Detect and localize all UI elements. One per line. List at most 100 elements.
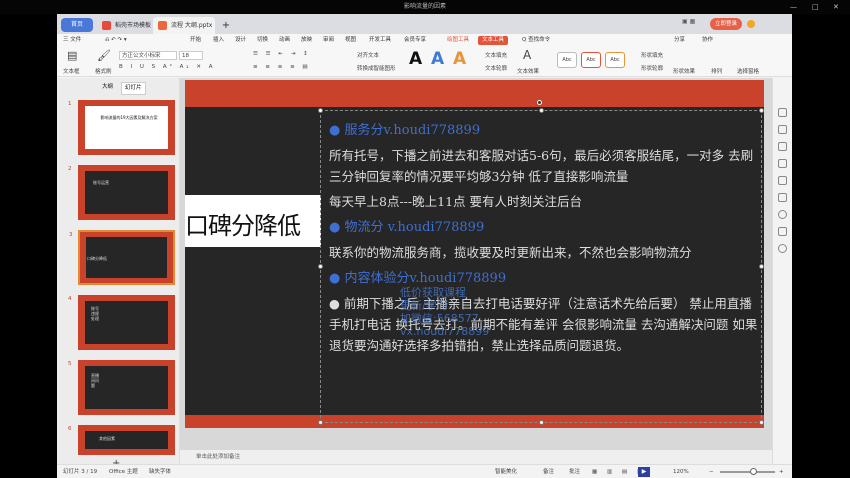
avatar[interactable] (747, 20, 755, 28)
para-service: 所有托号，下播之前进去和客服对话5-6句，最后必须客服结尾，一对多 去刷三分钟回… (329, 148, 754, 184)
slide-thumb-4[interactable]: 4 账号违规处理 (68, 295, 175, 350)
notes-area[interactable]: 单击此处添加备注 (180, 450, 772, 464)
menu-insert[interactable]: 插入 (213, 34, 224, 47)
zoom-slider[interactable] (720, 468, 775, 475)
arrange-button[interactable]: 排列 (711, 67, 722, 75)
tab-template-store[interactable]: 稻壳市场模板 (97, 17, 151, 34)
tab-document[interactable]: 流程 大纲.pptx (153, 17, 215, 34)
undo-redo-icons[interactable]: ⎌ ↶ ↷ ▾ (105, 34, 127, 47)
menu-animation[interactable]: 动画 (279, 34, 290, 47)
textbox-icon[interactable]: ▤ (67, 49, 77, 62)
rotate-handle[interactable] (537, 100, 542, 105)
slide-thumb-3[interactable]: 3 口碑分降低 (69, 230, 175, 285)
style-icon[interactable] (778, 125, 787, 134)
menu-text-tools[interactable]: 文本工具 (478, 36, 509, 45)
screen: 影响流量的因素 — □ ✕ 首页 稻壳市场模板 流程 大纲.pptx + ▣ ▦… (0, 0, 850, 478)
font-select[interactable]: 方正公文小标宋 (119, 51, 177, 60)
format-painter-button[interactable]: 格式刷 (95, 67, 112, 75)
notes-toggle[interactable]: 备注 (543, 465, 554, 478)
copy-icon[interactable] (778, 159, 787, 168)
slide-thumb-5[interactable]: 5 直播间问题 (68, 360, 175, 415)
thumb-text: 账号违规处理 (91, 306, 99, 321)
slide-thumb-1[interactable]: 1 影响流量的19大因素及解决方案 (68, 100, 175, 155)
align-text-button[interactable]: 对齐文本 (357, 51, 379, 59)
comments-toggle[interactable]: 批注 (569, 465, 580, 478)
menu-file[interactable]: 三 文件 (63, 34, 81, 47)
slide-thumb-2[interactable]: 2 账号运营 (68, 165, 175, 220)
slide-text-content[interactable]: ● 服务分v.houdi778899 所有托号，下播之前进去和客服对话5-6句，… (329, 120, 759, 356)
text-outline-button[interactable]: 文本轮廓 (485, 64, 507, 72)
menu-vip[interactable]: 会员专享 (404, 34, 426, 47)
shape-fill-button[interactable]: 形状填充 (641, 51, 663, 59)
minimize-button[interactable]: — (790, 0, 797, 14)
maximize-button[interactable]: □ (812, 0, 819, 14)
resize-handle[interactable] (759, 420, 764, 425)
animation-icon[interactable] (778, 176, 787, 185)
shape-effect-button[interactable]: 形状效果 (673, 67, 695, 75)
property-icon[interactable] (778, 108, 787, 117)
signin-button[interactable]: 立即登录 (710, 18, 742, 30)
zoom-out-button[interactable]: − (709, 465, 714, 478)
collab-button[interactable]: 协作 (702, 34, 713, 47)
zoom-in-button[interactable]: + (779, 465, 784, 478)
shape-outline-button[interactable]: 形状轮廓 (641, 64, 663, 72)
zoom-slider-knob[interactable] (749, 468, 757, 475)
layers-icon[interactable] (778, 193, 787, 202)
shape-style-2[interactable]: Abc (581, 52, 601, 68)
os-titlebar: 影响流量的因素 — □ ✕ (0, 0, 850, 14)
pin-icon[interactable] (778, 142, 787, 151)
menu-developer[interactable]: 开发工具 (369, 34, 391, 47)
watermark: 低价获取课程 更新/学习 加微信:568577 vx.houdi778899 (400, 286, 489, 338)
tab-outline[interactable]: 大纲 (102, 82, 113, 93)
text-style-black-icon[interactable]: A (409, 49, 422, 69)
text-style-orange-icon[interactable]: A (453, 49, 466, 69)
format-painter-icon[interactable]: 🖌 (97, 49, 111, 62)
tab-home[interactable]: 首页 (61, 18, 93, 32)
menu-drawing-tools[interactable]: 绘图工具 (447, 34, 469, 47)
new-tab-button[interactable]: + (219, 17, 233, 34)
text-effect-icon[interactable]: A (523, 48, 531, 62)
right-toolbar (772, 78, 792, 466)
menu-design[interactable]: 设计 (235, 34, 246, 47)
slide-thumb-6[interactable]: 6 其他因素 (68, 425, 175, 455)
close-button[interactable]: ✕ (833, 0, 839, 14)
resize-handle[interactable] (318, 420, 323, 425)
menu-view[interactable]: 视图 (345, 34, 356, 47)
shape-style-1[interactable]: Abc (557, 52, 577, 68)
menu-search[interactable]: Q 查找命令 (522, 34, 550, 47)
location-icon[interactable] (778, 210, 787, 219)
slide-title[interactable]: 口碑分降低 (185, 206, 301, 241)
smart-beautify-button[interactable]: 智能美化 (495, 465, 517, 478)
resize-handle[interactable] (759, 264, 764, 269)
thumb-text: 直播间问题 (91, 373, 99, 388)
settings-icon[interactable] (778, 227, 787, 236)
textbox-button[interactable]: 文本框 (63, 67, 80, 75)
selection-pane-button[interactable]: 选择窗格 (737, 67, 759, 75)
text-style-blue-icon[interactable]: A (431, 49, 444, 69)
play-slideshow-button[interactable]: ▶ (638, 467, 650, 477)
font-size-select[interactable]: 18 (179, 51, 203, 60)
list-icons[interactable]: ☰ ☰ ⇤ ⇥ ↕ (253, 51, 311, 57)
menu-review[interactable]: 审阅 (323, 34, 334, 47)
resize-handle[interactable] (759, 108, 764, 113)
text-fill-button[interactable]: 文本填充 (485, 51, 507, 59)
text-effect-button[interactable]: 文本效果 (517, 67, 539, 75)
align-icons[interactable]: ≡ ≡ ≡ ≡ ▤ (253, 64, 311, 70)
convert-smartart-button[interactable]: 转换成智能图形 (357, 64, 396, 72)
missing-font-button[interactable]: 缺失字体 (149, 465, 171, 478)
window-layout-icon[interactable]: ▣ ▦ (682, 18, 695, 25)
menu-home[interactable]: 开始 (190, 34, 201, 47)
menu-slideshow[interactable]: 放映 (301, 34, 312, 47)
resize-handle[interactable] (539, 108, 544, 113)
resize-handle[interactable] (318, 108, 323, 113)
font-format-icons[interactable]: B I U S A² A₂ ✕ A (119, 64, 215, 70)
resize-handle[interactable] (539, 420, 544, 425)
menu-transition[interactable]: 切换 (257, 34, 268, 47)
current-slide[interactable]: 口碑分降低 ● 服务分v.houdi778899 所有托号，下播之前进去和客服对… (185, 80, 764, 428)
shape-style-3[interactable]: Abc (605, 52, 625, 68)
help-icon[interactable] (778, 244, 787, 253)
para-content: ● 前期下播之后 主播亲自去打电话要好评（注意话术先给后要） 禁止用直播手机打电… (329, 296, 758, 353)
tab-slides[interactable]: 幻灯片 (121, 82, 146, 95)
share-button[interactable]: 分享 (674, 34, 685, 47)
resize-handle[interactable] (318, 264, 323, 269)
